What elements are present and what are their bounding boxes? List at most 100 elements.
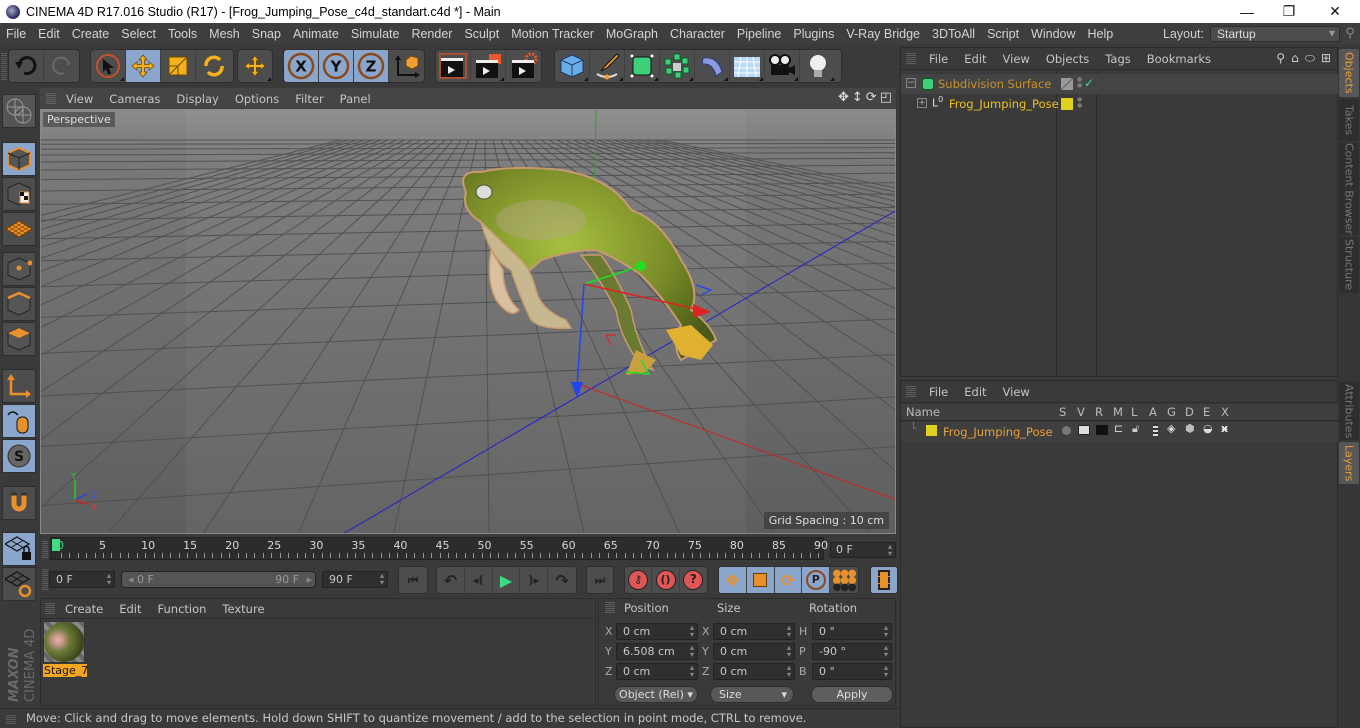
size-x-field[interactable]: 0 cm ▴ ▾ — [713, 623, 795, 640]
menu-mograph[interactable]: MoGraph — [600, 27, 664, 41]
visibility-dots-icon[interactable]: ● ● — [1077, 77, 1082, 89]
current-frame-field[interactable]: 0 F ▴ ▾ — [830, 542, 896, 558]
layout-dropdown[interactable]: Startup — [1210, 25, 1340, 42]
material-manager-grip[interactable] — [45, 603, 55, 614]
object-menu-objects[interactable]: Objects — [1038, 52, 1097, 66]
camera-button[interactable] — [765, 50, 800, 82]
cube-button[interactable] — [555, 50, 590, 82]
object-manager-grip[interactable] — [906, 53, 916, 64]
edges-mode-button[interactable] — [2, 287, 36, 321]
column-view[interactable]: V — [1077, 405, 1085, 419]
workplane-align-button[interactable] — [2, 567, 36, 601]
lock-open-icon[interactable]: 🔓︎ — [1132, 422, 1139, 436]
make-editable-button[interactable] — [2, 94, 36, 128]
object-menu-bookmarks[interactable]: Bookmarks — [1139, 52, 1219, 66]
maximize-button[interactable]: ❐ — [1266, 0, 1312, 23]
next-frame-button[interactable]: )▸ — [520, 567, 549, 593]
timeline-grip[interactable] — [42, 540, 48, 558]
visibility-dots-icon[interactable]: ● ● — [1077, 97, 1082, 109]
expand-icon[interactable]: + — [917, 98, 927, 108]
key-position-button[interactable]: ✥ — [719, 567, 747, 593]
timeline-layout-button[interactable] — [871, 567, 897, 593]
expression-icon[interactable]: ◒ — [1203, 422, 1213, 435]
menu-plugins[interactable]: Plugins — [787, 27, 840, 41]
key-scale-button[interactable] — [746, 567, 775, 593]
column-render[interactable]: R — [1095, 405, 1103, 419]
next-key-button[interactable]: ↷ — [548, 567, 576, 593]
lock-z-button[interactable]: Z — [354, 50, 389, 82]
column-locked[interactable]: L — [1131, 405, 1137, 419]
go-to-start-button[interactable]: ⏮ — [399, 567, 427, 593]
tab-structure[interactable]: Structure — [1339, 237, 1359, 293]
layer-name[interactable]: Frog_Jumping_Pose — [943, 425, 1053, 439]
move-tool-button[interactable] — [126, 50, 161, 82]
camera-label[interactable]: Perspective — [43, 112, 115, 127]
viewport-menu-filter[interactable]: Filter — [287, 92, 331, 106]
rotation-h-field[interactable]: 0 ° ▴ ▾ — [812, 623, 892, 640]
generator-icon[interactable]: ◈ — [1167, 422, 1175, 435]
array-button[interactable] — [660, 50, 695, 82]
enabled-check-icon[interactable]: ✓ — [1084, 76, 1094, 90]
end-frame-field[interactable]: 90 F ▴ ▾ — [322, 571, 388, 588]
column-generators[interactable]: G — [1167, 405, 1176, 419]
object-name[interactable]: Subdivision Surface — [938, 77, 1051, 91]
search-icon[interactable]: ⚲ — [1340, 26, 1360, 41]
layer-manager-grip[interactable] — [906, 386, 916, 397]
menu-vray-bridge[interactable]: V-Ray Bridge — [840, 27, 926, 41]
layer-menu-edit[interactable]: Edit — [956, 385, 994, 399]
object-name[interactable]: Frog_Jumping_Pose — [949, 97, 1059, 111]
menu-script[interactable]: Script — [981, 27, 1025, 41]
column-manager[interactable]: M — [1113, 405, 1123, 419]
range-left-arrow-icon[interactable]: ◂ — [128, 573, 134, 586]
render-settings-button[interactable] — [506, 50, 541, 82]
menu-3dtoall[interactable]: 3DToAll — [926, 27, 981, 41]
collapse-icon[interactable]: − — [906, 78, 916, 88]
tab-takes[interactable]: Takes — [1339, 99, 1359, 141]
viewport-menu-panel[interactable]: Panel — [332, 92, 379, 106]
undo-button[interactable] — [9, 50, 44, 82]
size-z-field[interactable]: 0 cm ▴ ▾ — [713, 663, 795, 680]
eye-toggle-icon[interactable]: ⬭ — [1305, 51, 1315, 66]
menu-select[interactable]: Select — [115, 27, 162, 41]
column-animation[interactable]: A — [1149, 405, 1157, 419]
animation-icon[interactable] — [1153, 424, 1158, 436]
viewport-menu-cameras[interactable]: Cameras — [101, 92, 168, 106]
range-right-arrow-icon[interactable]: ▸ — [306, 572, 312, 587]
object-row-frog[interactable]: + L0 Frog_Jumping_Pose ● ● — [901, 94, 1339, 114]
model-mode-button[interactable] — [2, 142, 36, 176]
menu-create[interactable]: Create — [66, 27, 116, 41]
viewport-menu-view[interactable]: View — [58, 92, 101, 106]
go-to-end-button[interactable]: ⏭ — [587, 567, 613, 593]
record-active-objects-button[interactable]: ⚷ — [625, 567, 653, 593]
polygons-mode-button[interactable] — [2, 322, 36, 356]
key-pla-button[interactable]: ●●● ●●● ●●● — [830, 567, 858, 593]
material-item[interactable]: Stage_7 — [43, 621, 88, 679]
render-picture-viewer-button[interactable] — [471, 50, 506, 82]
coordinate-system-button[interactable] — [389, 50, 424, 82]
object-menu-edit[interactable]: Edit — [956, 52, 994, 66]
render-clapper-icon[interactable] — [1096, 425, 1108, 435]
menu-motion-tracker[interactable]: Motion Tracker — [505, 27, 600, 41]
layer-color-icon[interactable] — [1061, 98, 1073, 110]
light-button[interactable] — [800, 50, 835, 82]
orbit-icon[interactable]: ⟳ — [866, 90, 877, 105]
position-y-field[interactable]: 6.508 cm ▴ ▾ — [616, 643, 698, 660]
menu-help[interactable]: Help — [1082, 27, 1120, 41]
subdivision-surface-button[interactable] — [625, 50, 660, 82]
scale-tool-button[interactable] — [161, 50, 196, 82]
layer-row[interactable]: └ Frog_Jumping_Pose ⊏ 🔓︎ ◈ ⬢ ◒ ӿ — [901, 422, 1339, 442]
menu-pipeline[interactable]: Pipeline — [731, 27, 787, 41]
tab-layers[interactable]: Layers — [1339, 442, 1359, 484]
points-mode-button[interactable] — [2, 252, 36, 286]
prev-key-button[interactable]: ↶ — [437, 567, 465, 593]
rotation-b-field[interactable]: 0 ° ▴ ▾ — [812, 663, 892, 680]
column-deformers[interactable]: D — [1185, 405, 1194, 419]
material-menu-function[interactable]: Function — [150, 602, 215, 616]
coordinate-mode-dropdown[interactable]: Object (Rel) ▾ — [614, 686, 698, 703]
layer-menu-view[interactable]: View — [995, 385, 1038, 399]
column-name[interactable]: Name — [906, 405, 940, 419]
menu-snap[interactable]: Snap — [246, 27, 287, 41]
object-menu-file[interactable]: File — [921, 52, 956, 66]
autokey-button[interactable]: () — [652, 567, 680, 593]
position-z-field[interactable]: 0 cm ▴ ▾ — [616, 663, 698, 680]
